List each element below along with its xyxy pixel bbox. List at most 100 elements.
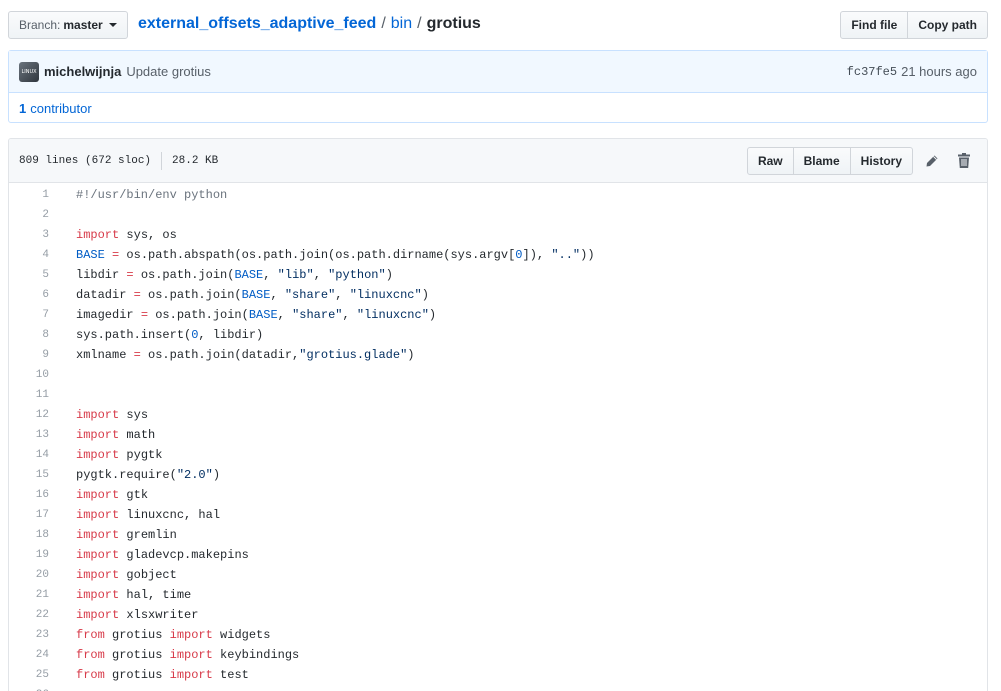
line-content: import linuxcnc, hal [76, 508, 221, 522]
line-content: import gobject [76, 568, 177, 582]
line-number[interactable]: 6 [9, 289, 49, 301]
code-line: 25 from grotius import test [9, 665, 987, 685]
code-line: 16 import gtk [9, 485, 987, 505]
code-view[interactable]: 1 #!/usr/bin/env python 2 3 import sys, os 4 B… [9, 183, 987, 691]
delete-file-button[interactable] [951, 148, 977, 174]
line-number[interactable]: 16 [9, 489, 49, 501]
line-number[interactable]: 2 [9, 209, 49, 221]
line-number[interactable]: 19 [9, 549, 49, 561]
raw-button[interactable]: Raw [746, 146, 794, 175]
line-number[interactable]: 23 [9, 629, 49, 641]
file-header: 809 lines (672 sloc) 28.2 KB Raw Blame H… [9, 139, 987, 183]
line-content: datadir = os.path.join(BASE, "share", "l… [76, 288, 429, 302]
line-content: libdir = os.path.join(BASE, "lib", "pyth… [76, 268, 393, 282]
file-size: 28.2 KB [172, 154, 219, 167]
pencil-icon [926, 155, 938, 166]
line-content: from grotius import widgets [76, 628, 271, 642]
line-content: import hal, time [76, 588, 192, 602]
line-content: pygtk.require("2.0") [76, 468, 221, 482]
line-number[interactable]: 5 [9, 269, 49, 281]
line-content: import gremlin [76, 528, 177, 542]
commit-sha-link[interactable]: fc37fe5 [847, 65, 897, 79]
blame-button[interactable]: Blame [792, 146, 851, 175]
line-content: xmlname = os.path.join(datadir,"grotius.… [76, 348, 415, 362]
file-navigation: Branch: master external_offsets_adaptive… [8, 11, 988, 39]
find-file-button[interactable]: Find file [840, 11, 909, 39]
file-info-divider [161, 151, 163, 170]
contributors-count: 1 [19, 100, 27, 116]
line-number[interactable]: 14 [9, 449, 49, 461]
line-number[interactable]: 12 [9, 409, 49, 421]
code-line: 17 import linuxcnc, hal [9, 505, 987, 525]
line-number[interactable]: 9 [9, 349, 49, 361]
code-line: 18 import gremlin [9, 525, 987, 545]
line-content: import xlsxwriter [76, 608, 199, 622]
breadcrumb-dir-link[interactable]: bin [391, 15, 412, 33]
line-content: import gtk [76, 488, 149, 502]
line-number[interactable]: 20 [9, 569, 49, 581]
code-line: 11 [9, 385, 987, 405]
code-line: 23 from grotius import widgets [9, 625, 987, 645]
line-number[interactable]: 21 [9, 589, 49, 601]
line-number[interactable]: 7 [9, 309, 49, 321]
line-number[interactable]: 17 [9, 509, 49, 521]
commit-tease: LINUX michelwijnja Update grotius fc37fe… [8, 50, 988, 123]
breadcrumb-separator: / [417, 15, 422, 32]
code-line: 21 import hal, time [9, 585, 987, 605]
avatar[interactable]: LINUX [19, 61, 39, 82]
code-line: 15 pygtk.require("2.0") [9, 465, 987, 485]
code-line: 20 import gobject [9, 565, 987, 585]
code-line: 24 from grotius import keybindings [9, 645, 987, 665]
line-content: from grotius import test [76, 668, 249, 682]
code-line: 22 import xlsxwriter [9, 605, 987, 625]
file-actions: Raw Blame History [746, 146, 977, 175]
line-number[interactable]: 25 [9, 669, 49, 681]
line-number[interactable]: 24 [9, 649, 49, 661]
line-content: imagedir = os.path.join(BASE, "share", "… [76, 308, 437, 322]
avatar-text: LINUX [21, 68, 37, 75]
trash-icon [958, 153, 970, 168]
code-line: 8 sys.path.insert(0, libdir) [9, 325, 987, 345]
code-line: 14 import pygtk [9, 445, 987, 465]
line-number[interactable]: 11 [9, 389, 49, 401]
line-number[interactable]: 13 [9, 429, 49, 441]
line-content: BASE = os.path.abspath(os.path.join(os.p… [76, 248, 595, 262]
history-button[interactable]: History [849, 146, 913, 175]
code-line: 3 import sys, os [9, 225, 987, 245]
breadcrumb-file: grotius [426, 15, 481, 32]
code-line: 10 [9, 365, 987, 385]
line-number[interactable]: 22 [9, 609, 49, 621]
line-number[interactable]: 15 [9, 469, 49, 481]
commit-message-link[interactable]: Update grotius [126, 64, 211, 79]
code-line: 26 [9, 685, 987, 691]
branch-select-button[interactable]: Branch: master [8, 11, 128, 39]
line-content: import math [76, 428, 156, 442]
file-viewer: 809 lines (672 sloc) 28.2 KB Raw Blame H… [8, 138, 988, 691]
line-number[interactable]: 4 [9, 249, 49, 261]
copy-path-button[interactable]: Copy path [907, 11, 988, 39]
line-content: import pygtk [76, 448, 163, 462]
commit-time: 21 hours ago [901, 64, 977, 79]
line-number[interactable]: 18 [9, 529, 49, 541]
breadcrumb-separator: / [381, 15, 386, 32]
code-line: 4 BASE = os.path.abspath(os.path.join(os.… [9, 245, 987, 265]
contributors-link[interactable]: 1 contributor [9, 93, 987, 123]
code-line: 19 import gladevcp.makepins [9, 545, 987, 565]
branch-name: master [63, 18, 103, 32]
line-number[interactable]: 3 [9, 229, 49, 241]
code-line: 12 import sys [9, 405, 987, 425]
code-line: 1 #!/usr/bin/env python [9, 185, 987, 205]
code-line: 13 import math [9, 425, 987, 445]
line-number[interactable]: 8 [9, 329, 49, 341]
line-number[interactable]: 10 [9, 369, 49, 381]
code-line: 2 [9, 205, 987, 225]
edit-file-button[interactable] [919, 148, 945, 174]
commit-author-link[interactable]: michelwijnja [44, 64, 121, 79]
file-nav-buttons: Find file Copy path [840, 11, 988, 39]
line-content: import sys [76, 408, 149, 422]
latest-commit: LINUX michelwijnja Update grotius fc37fe… [9, 51, 987, 93]
file-info: 809 lines (672 sloc) 28.2 KB [19, 151, 219, 170]
line-number[interactable]: 1 [9, 189, 49, 201]
breadcrumb-repo-link[interactable]: external_offsets_adaptive_feed [138, 15, 376, 33]
branch-prefix: Branch: [19, 18, 61, 32]
